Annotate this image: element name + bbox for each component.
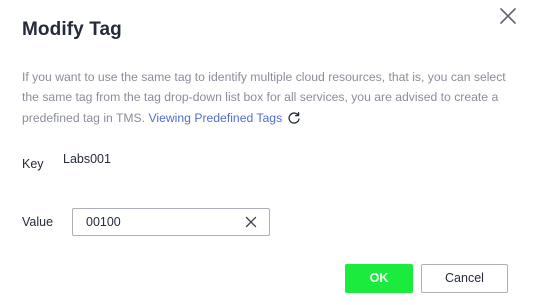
value-label: Value	[22, 215, 54, 229]
ok-button[interactable]: OK	[345, 264, 413, 293]
value-input[interactable]	[73, 209, 246, 235]
value-input-field[interactable]	[72, 208, 270, 236]
close-icon[interactable]	[497, 5, 519, 27]
description-line-2: the same tag from the tag drop-down list…	[22, 90, 499, 104]
cancel-button[interactable]: Cancel	[421, 264, 508, 293]
description-line-3-text: predefined tag in TMS.	[22, 111, 149, 125]
key-value: Labs001	[63, 152, 111, 166]
description-line-3: predefined tag in TMS. Viewing Predefine…	[22, 108, 512, 128]
dialog-description: If you want to use the same tag to ident…	[22, 67, 512, 128]
modify-tag-dialog: Modify Tag If you want to use the same t…	[0, 0, 538, 305]
clear-icon[interactable]	[245, 216, 257, 228]
dialog-title: Modify Tag	[22, 19, 122, 40]
viewing-predefined-tags-link[interactable]: Viewing Predefined Tags	[148, 111, 282, 125]
description-line-1: If you want to use the same tag to ident…	[22, 70, 506, 84]
key-label: Key	[22, 157, 44, 171]
refresh-icon[interactable]	[287, 111, 301, 125]
